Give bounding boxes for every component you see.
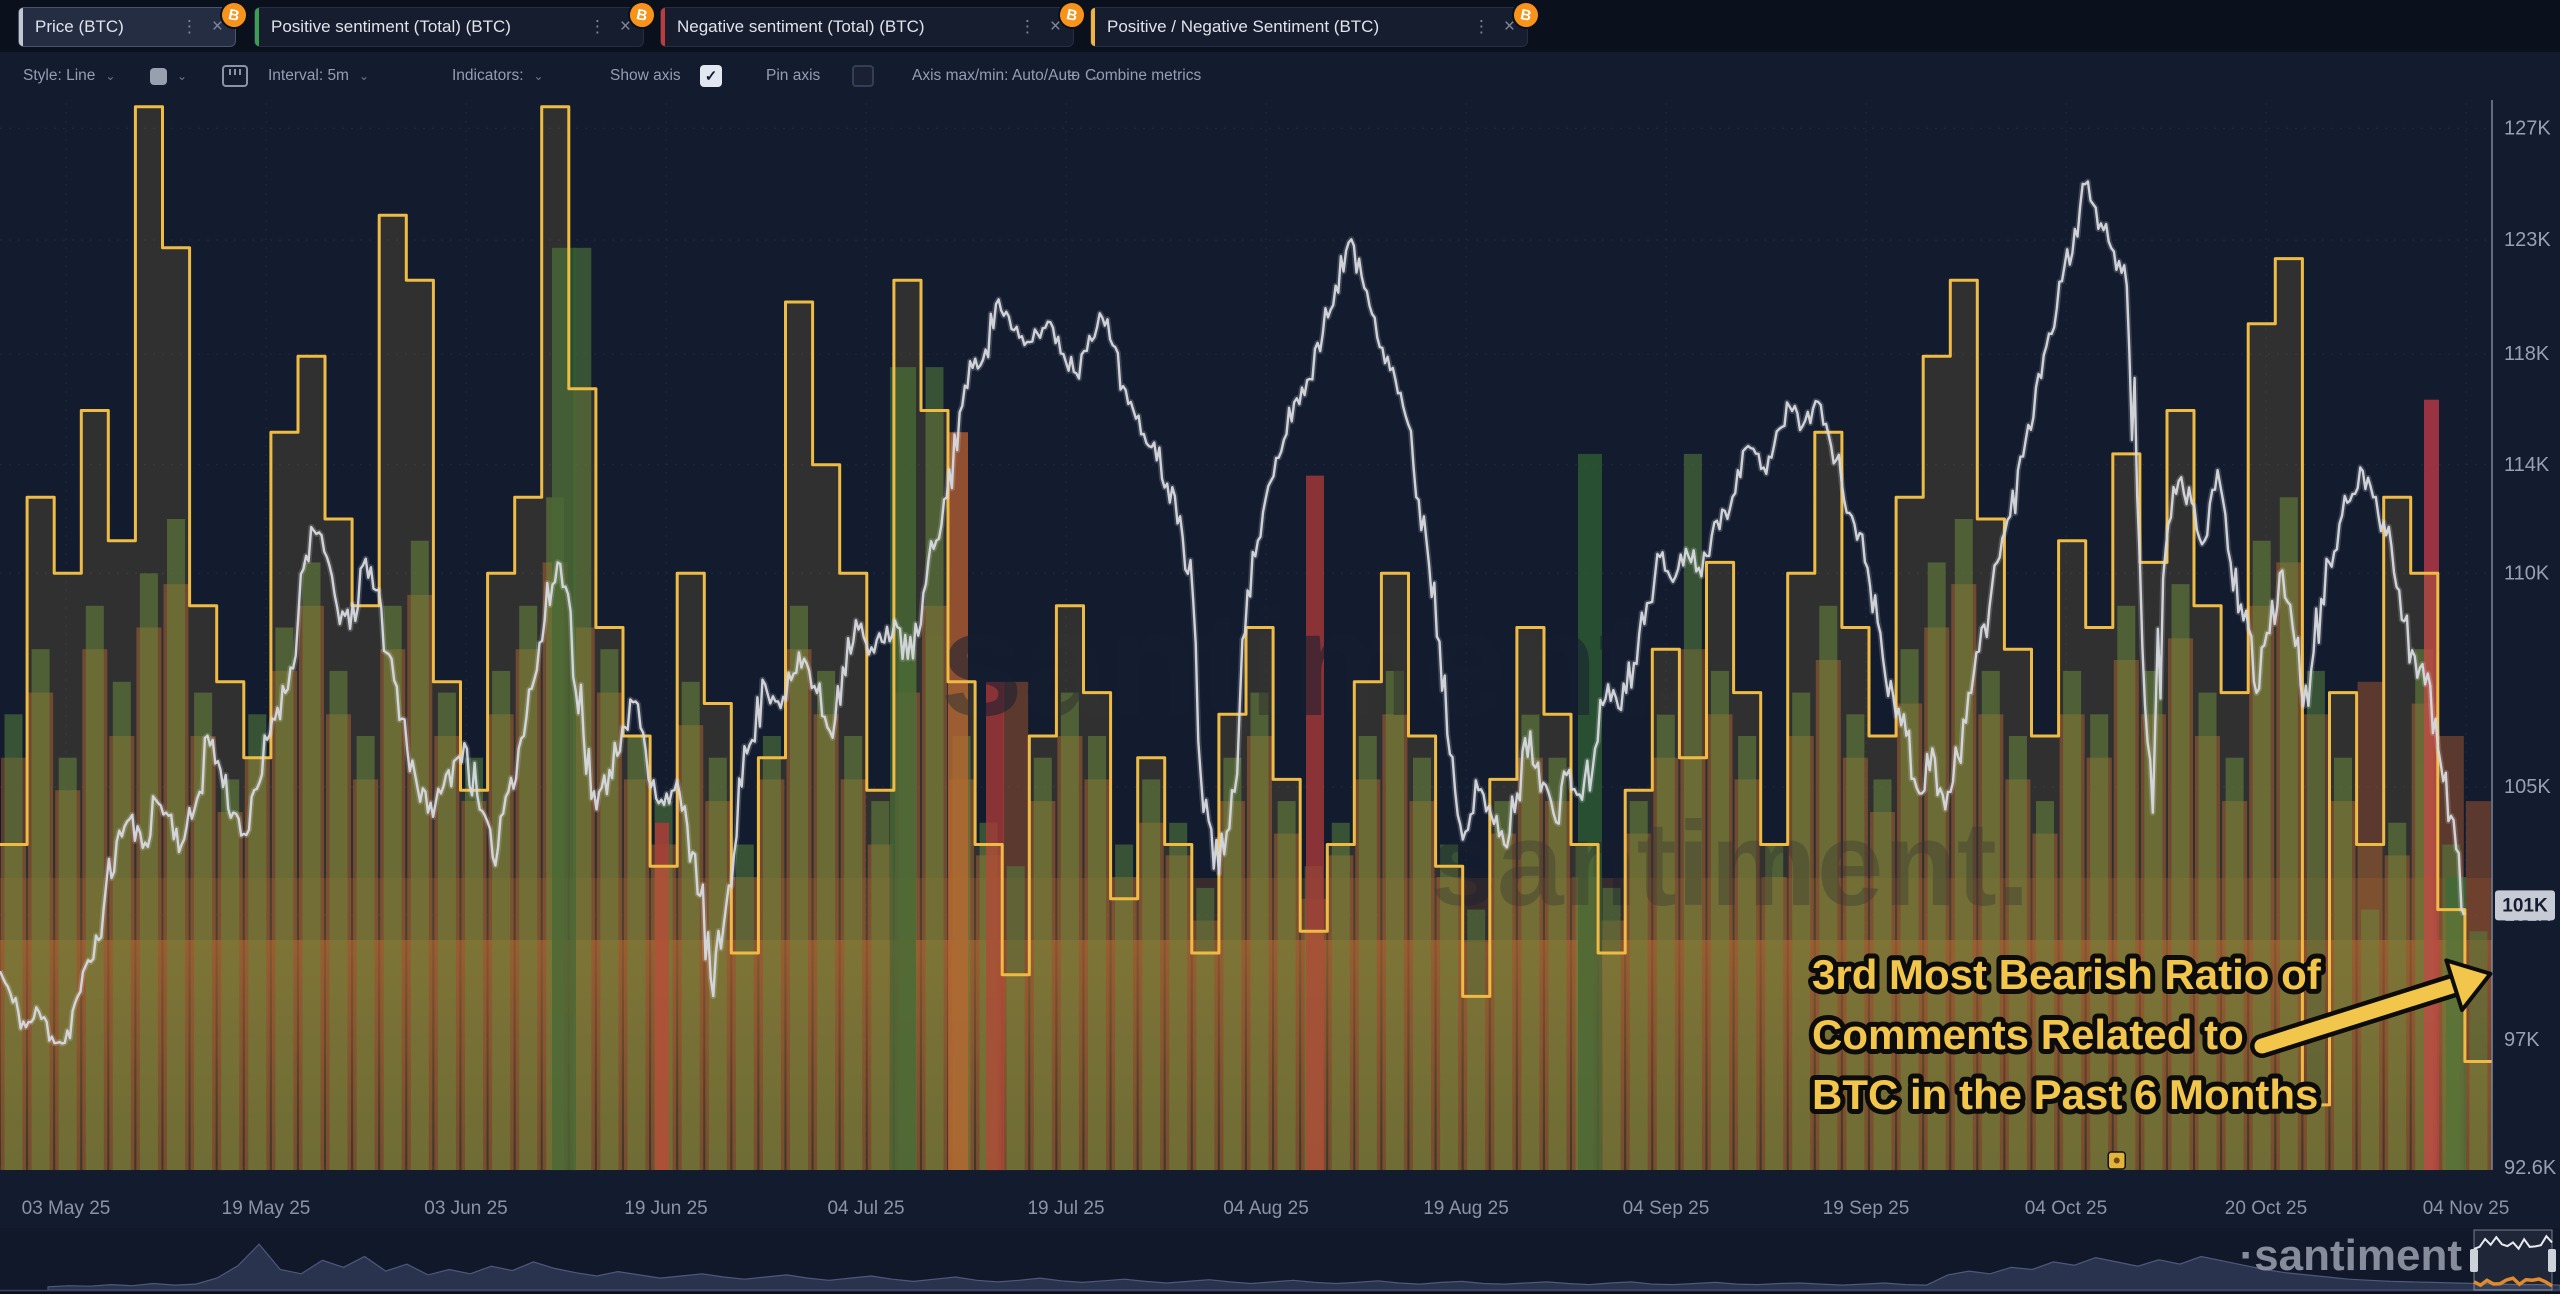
tab-negative-sentiment[interactable]: Negative sentiment (Total) (BTC) ⋮ × B: [660, 7, 1074, 47]
timeframe-icon-button[interactable]: [222, 52, 248, 100]
checkbox-unchecked-icon[interactable]: [852, 65, 874, 87]
x-axis-tick-label: 04 Jul 25: [827, 1198, 904, 1219]
x-axis-tick-label: 19 May 25: [222, 1198, 311, 1219]
tab-positive-sentiment[interactable]: Positive sentiment (Total) (BTC) ⋮ × B: [254, 7, 644, 47]
indicators-dropdown[interactable]: Indicators: ⌄: [452, 52, 544, 100]
x-axis-tick-label: 04 Oct 25: [2025, 1198, 2107, 1219]
y-axis-tick-label: 110K: [2504, 562, 2550, 584]
minimap-canvas[interactable]: ·santiment: [0, 1228, 2560, 1294]
tab-accent-strip: [19, 8, 23, 46]
y-axis-tick-label: 105K: [2504, 776, 2551, 798]
tab-label: Positive / Negative Sentiment (BTC): [1107, 17, 1379, 37]
chevron-down-icon: ⌄: [177, 69, 187, 83]
minimap-area[interactable]: ·santiment: [0, 1228, 2560, 1294]
tab-pos-neg-ratio[interactable]: Positive / Negative Sentiment (BTC) ⋮ × …: [1090, 7, 1528, 47]
tab-accent-strip: [255, 8, 259, 46]
show-axis-checkbox[interactable]: ✓: [700, 52, 722, 100]
annotation-line: Comments Related to: [1812, 1011, 2244, 1058]
chevron-down-icon: ⌄: [359, 69, 369, 83]
tab-price-btc[interactable]: Price (BTC) ⋮ × B: [18, 7, 236, 47]
x-axis-tick-label: 04 Nov 25: [2423, 1198, 2510, 1219]
chevron-down-icon: ⌄: [534, 69, 544, 83]
plus-icon: +: [1068, 66, 1078, 86]
tab-accent-strip: [661, 8, 665, 46]
tab-menu-icon[interactable]: ⋮: [171, 17, 208, 37]
show-axis-control: Show axis: [610, 52, 681, 100]
chevron-down-icon: ⌄: [105, 69, 115, 83]
annotation-line: BTC in the Past 6 Months: [1812, 1071, 2318, 1118]
tab-menu-icon[interactable]: ⋮: [1463, 17, 1500, 37]
x-axis-tick-label: 19 Aug 25: [1423, 1198, 1509, 1219]
tab-accent-strip: [1091, 8, 1095, 46]
indicators-label: Indicators:: [452, 67, 524, 85]
tab-label: Positive sentiment (Total) (BTC): [271, 17, 511, 37]
style-dropdown[interactable]: Style: Line ⌄: [23, 52, 115, 100]
x-axis-tick-label: 04 Sep 25: [1623, 1198, 1710, 1219]
santiment-watermark-corner: ·santiment: [2240, 1231, 2463, 1280]
event-marker-icon[interactable]: [2108, 1152, 2125, 1169]
y-axis-tick-label: 92.6K: [2504, 1157, 2557, 1179]
combine-metrics-button[interactable]: + Combine metrics: [1068, 52, 1201, 100]
interval-label: Interval: 5m: [268, 67, 349, 85]
y-axis-tick-label: 114K: [2504, 454, 2550, 476]
main-chart-area[interactable]: santiment.santiment.92.6K97K101K105K110K…: [0, 0, 2560, 1226]
tab-menu-icon[interactable]: ⋮: [1009, 17, 1046, 37]
x-axis-tick-label: 03 Jun 25: [424, 1198, 507, 1219]
tab-menu-icon[interactable]: ⋮: [579, 17, 616, 37]
current-price-badge-label: 101K: [2502, 895, 2548, 916]
y-axis-tick-label: 127K: [2504, 117, 2551, 139]
x-axis-tick-label: 19 Sep 25: [1823, 1198, 1910, 1219]
show-axis-label: Show axis: [610, 67, 681, 85]
combine-metrics-label: Combine metrics: [1085, 67, 1201, 85]
minimap-selection-brush[interactable]: [2470, 1230, 2556, 1290]
x-axis-tick-label: 19 Jul 25: [1027, 1198, 1104, 1219]
metric-tab-bar: Price (BTC) ⋮ × B Positive sentiment (To…: [0, 0, 2560, 52]
y-axis-tick-label: 123K: [2504, 229, 2551, 251]
chart-canvas[interactable]: santiment.santiment.92.6K97K101K105K110K…: [0, 0, 2560, 1226]
brush-handle-left[interactable]: [2470, 1249, 2478, 1272]
x-axis-tick-label: 03 May 25: [22, 1198, 111, 1219]
annotation-line: 3rd Most Bearish Ratio of: [1812, 951, 2322, 998]
color-swatch[interactable]: [150, 68, 167, 85]
pin-axis-checkbox[interactable]: [852, 52, 874, 100]
x-axis-tick-label: 19 Jun 25: [624, 1198, 707, 1219]
checkbox-checked-icon[interactable]: ✓: [700, 65, 722, 87]
y-axis-tick-label: 97K: [2504, 1029, 2540, 1051]
santiment-chart-app: santiment.santiment.92.6K97K101K105K110K…: [0, 0, 2560, 1294]
pin-axis-label: Pin axis: [766, 67, 820, 85]
svg-text:santiment.: santiment.: [940, 579, 1690, 747]
brush-handle-right[interactable]: [2548, 1249, 2556, 1272]
interval-dropdown[interactable]: Interval: 5m ⌄: [268, 52, 369, 100]
x-axis-tick-label: 20 Oct 25: [2225, 1198, 2307, 1219]
color-swatch-dropdown[interactable]: ⌄: [150, 52, 187, 100]
tab-label: Negative sentiment (Total) (BTC): [677, 17, 925, 37]
chart-toolbar: Style: Line ⌄ ⌄ Interval: 5m ⌄ Indicator…: [0, 52, 2560, 100]
pin-axis-control: Pin axis: [766, 52, 820, 100]
axis-maxmin-label: Axis max/min: Auto/Auto: [912, 67, 1080, 85]
timeframe-icon: [222, 65, 248, 87]
x-axis-tick-label: 04 Aug 25: [1223, 1198, 1309, 1219]
tab-label: Price (BTC): [35, 17, 124, 37]
y-axis-tick-label: 118K: [2504, 343, 2550, 365]
style-label: Style: Line: [23, 67, 95, 85]
